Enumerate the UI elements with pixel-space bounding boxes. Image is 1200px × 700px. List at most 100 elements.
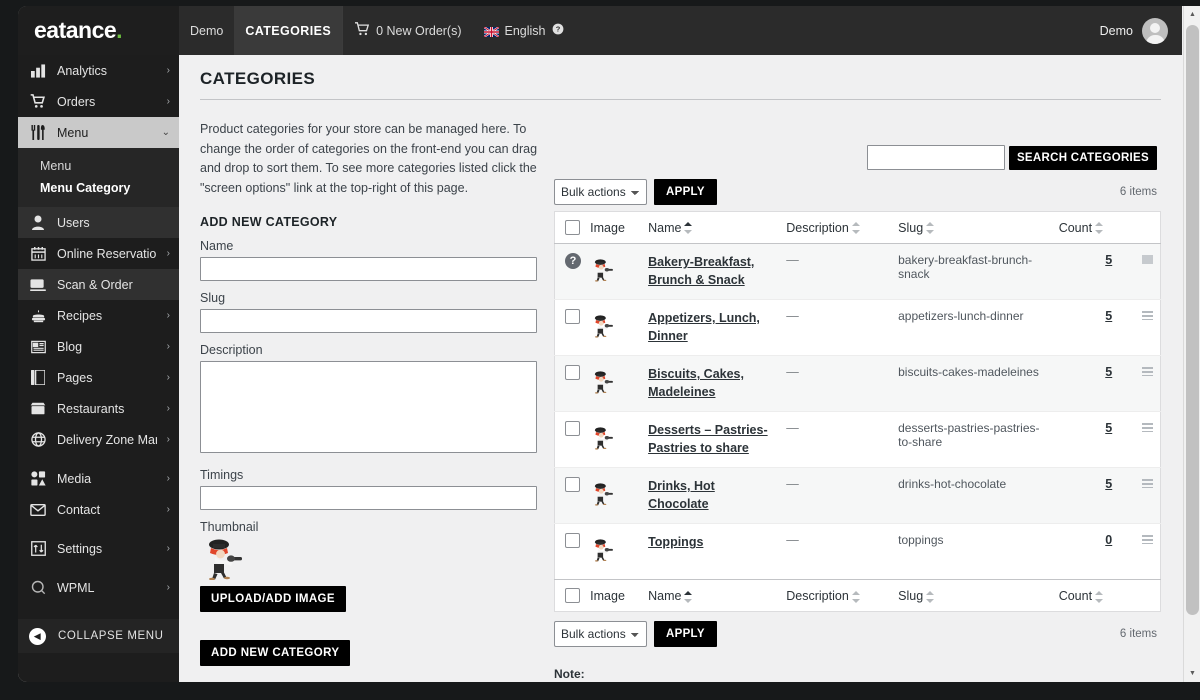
footer-description[interactable]: Description [782, 579, 895, 612]
upload-add-image-button[interactable]: UPLOAD/ADD IMAGE [200, 586, 346, 612]
sidebar-item-users[interactable]: Users [18, 207, 179, 238]
apply-button-bottom[interactable]: APPLY [654, 621, 717, 648]
scroll-down-arrow-icon[interactable]: ▼ [1184, 665, 1200, 682]
sort-icon-slug[interactable] [926, 222, 935, 235]
sidebar-subitem-menu-category[interactable]: Menu Category [18, 177, 179, 199]
bulk-actions-select-top[interactable]: Bulk actions [554, 179, 647, 205]
drag-handle-icon[interactable] [1141, 367, 1153, 377]
footer-name[interactable]: Name [644, 579, 783, 612]
header-slug-label: Slug [898, 220, 924, 235]
sidebar-item-analytics[interactable]: Analytics › [18, 55, 179, 86]
category-count-link[interactable]: 5 [1105, 421, 1112, 435]
bulk-actions-select-bottom[interactable]: Bulk actions [554, 621, 647, 648]
sort-icon-count[interactable] [1095, 222, 1104, 235]
sort-icon-slug-footer[interactable] [926, 590, 935, 603]
sidebar-item-contact[interactable]: Contact › [18, 494, 179, 525]
sidebar-item-menu[interactable]: Menu ⌄ [18, 117, 179, 148]
category-count-link[interactable]: 5 [1105, 253, 1112, 267]
header-name-label: Name [648, 220, 682, 235]
adminbar-site-name[interactable]: Demo [179, 6, 234, 55]
slug-input[interactable] [200, 309, 537, 333]
header-description[interactable]: Description [782, 211, 895, 245]
sort-icon-name-footer[interactable] [684, 590, 693, 603]
sidebar-item-media[interactable]: Media › [18, 463, 179, 494]
category-count-link[interactable]: 0 [1105, 533, 1112, 547]
category-name-link[interactable]: Bakery-Breakfast, Brunch & Snack [648, 253, 778, 289]
sidebar-item-recipes[interactable]: Recipes › [18, 300, 179, 331]
category-name-link[interactable]: Appetizers, Lunch, Dinner [648, 309, 778, 345]
sidebar-label: Media [57, 471, 92, 486]
sort-icon-description-footer[interactable] [851, 590, 860, 603]
footer-count[interactable]: Count [1054, 579, 1135, 612]
help-icon[interactable]: ? [552, 23, 564, 38]
sidebar-item-online-reservation[interactable]: Online Reservation › [18, 238, 179, 269]
category-name-link[interactable]: Biscuits, Cakes, Madeleines [648, 365, 778, 401]
sidebar-item-settings[interactable]: Settings › [18, 533, 179, 564]
header-slug[interactable]: Slug [894, 211, 1055, 245]
category-count-link[interactable]: 5 [1105, 309, 1112, 323]
sort-icon-name[interactable] [684, 222, 693, 235]
apply-button-top[interactable]: APPLY [654, 179, 717, 205]
table-footer-row: Image Name Description Slug Count [554, 579, 1161, 612]
footer-slug[interactable]: Slug [894, 579, 1055, 612]
sidebar-item-pages[interactable]: Pages › [18, 362, 179, 393]
collapse-menu-button[interactable]: ◀ COLLAPSE MENU [18, 619, 179, 653]
search-categories-button[interactable]: SEARCH CATEGORIES [1008, 145, 1157, 170]
name-input[interactable] [200, 257, 537, 281]
sort-icon-description[interactable] [851, 222, 860, 235]
select-all-checkbox-top[interactable] [565, 220, 580, 236]
logo-text: eatance [34, 17, 117, 43]
adminbar-language[interactable]: English ? [473, 6, 575, 55]
chevron-right-icon: › [166, 504, 170, 515]
row-image-cell [586, 467, 645, 524]
sidebar-item-restaurants[interactable]: Restaurants › [18, 393, 179, 424]
category-name-link[interactable]: Toppings [648, 533, 703, 551]
row-checkbox[interactable] [565, 365, 580, 381]
drag-handle-icon[interactable] [1141, 479, 1153, 489]
drag-handle-icon[interactable] [1141, 311, 1153, 321]
row-checkbox[interactable] [565, 533, 580, 549]
chevron-right-icon: › [166, 65, 170, 76]
category-name-link[interactable]: Drinks, Hot Chocolate [648, 477, 778, 513]
header-count[interactable]: Count [1054, 211, 1135, 245]
row-select-cell: ? [554, 243, 587, 300]
calendar-icon [29, 245, 47, 263]
sidebar-item-wpml[interactable]: WPML › [18, 572, 179, 603]
timings-input[interactable] [200, 486, 537, 510]
sidebar-label: Settings [57, 541, 103, 556]
sidebar-item-orders[interactable]: Orders › [18, 86, 179, 117]
sidebar-item-delivery-zone-manager[interactable]: Delivery Zone Manager › [18, 424, 179, 455]
sort-icon-count-footer[interactable] [1095, 590, 1104, 603]
header-name[interactable]: Name [644, 211, 783, 245]
select-all-checkbox-bottom[interactable] [565, 588, 580, 604]
drag-handle-icon[interactable] [1141, 535, 1153, 545]
footer-description-label: Description [786, 588, 849, 603]
scrollbar-thumb[interactable] [1186, 25, 1199, 615]
page-scrollbar[interactable]: ▲ ▼ [1183, 6, 1200, 682]
category-count-link[interactable]: 5 [1105, 477, 1112, 491]
store-icon [29, 400, 47, 418]
chevron-right-icon: › [166, 96, 170, 107]
sidebar-item-blog[interactable]: Blog › [18, 331, 179, 362]
drag-handle-icon[interactable] [1141, 255, 1153, 265]
category-name-link[interactable]: Desserts – Pastries-Pastries to share [648, 421, 778, 457]
default-category-help-icon[interactable]: ? [565, 253, 581, 270]
search-input[interactable] [866, 145, 1005, 170]
sidebar-subitem-menu[interactable]: Menu [18, 155, 179, 177]
add-new-category-button[interactable]: ADD NEW CATEGORY [200, 640, 351, 666]
brand-logo[interactable]: eatance. [18, 6, 179, 55]
row-image-cell [586, 355, 645, 412]
adminbar-account[interactable]: Demo [1100, 17, 1182, 44]
category-count-link[interactable]: 5 [1105, 365, 1112, 379]
adminbar-orders[interactable]: 0 New Order(s) [342, 6, 472, 55]
row-checkbox[interactable] [565, 477, 580, 493]
adminbar-current-page[interactable]: CATEGORIES [234, 6, 343, 55]
menu-separator [18, 525, 179, 533]
collapse-menu-label: COLLAPSE MENU [58, 630, 164, 642]
row-checkbox[interactable] [565, 421, 580, 437]
row-checkbox[interactable] [565, 309, 580, 325]
description-textarea[interactable] [200, 361, 537, 453]
sidebar-item-scan-order[interactable]: Scan & Order [18, 269, 179, 300]
scroll-up-arrow-icon[interactable]: ▲ [1184, 6, 1200, 23]
drag-handle-icon[interactable] [1141, 423, 1153, 433]
